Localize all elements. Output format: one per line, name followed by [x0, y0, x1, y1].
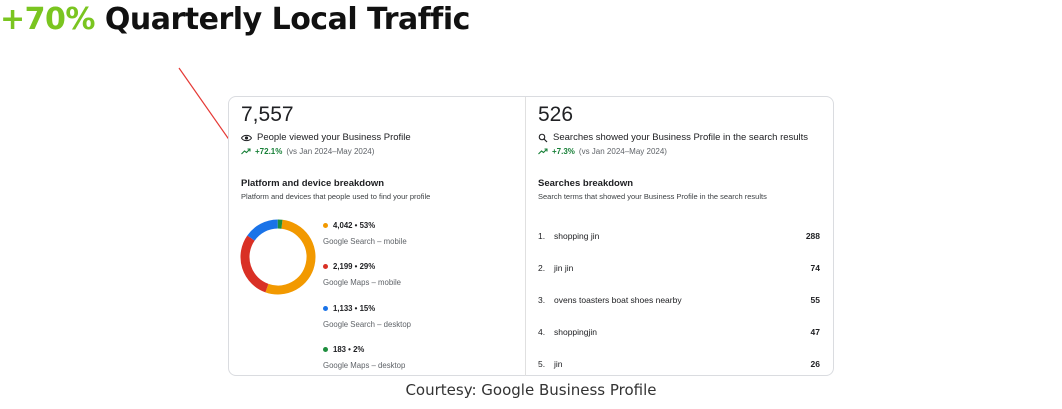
donut-segment-search-mobile [265, 219, 316, 295]
platform-breakdown-subtitle: Platform and devices that people used to… [241, 192, 431, 201]
term-count: 26 [810, 359, 820, 369]
search-term-row: 5. jin 26 [538, 357, 820, 371]
eye-icon [241, 134, 252, 141]
search-term-row: 1. shopping jin 288 [538, 229, 820, 243]
legend-item-search-mobile: 4,042 • 53% Google Search – mobile [323, 221, 407, 246]
views-trend: +72.1% (vs Jan 2024–May 2024) [241, 147, 374, 156]
searches-label-row: Searches showed your Business Profile in… [538, 132, 808, 143]
views-metric: 7,557 [241, 103, 294, 126]
donut-segment-search-desktop [247, 219, 279, 241]
views-panel: 7,557 People viewed your Business Profil… [229, 97, 525, 377]
term-text: shoppingjin [554, 327, 598, 337]
legend-item-search-desktop: 1,133 • 15% Google Search – desktop [323, 304, 411, 329]
term-count: 74 [810, 263, 820, 273]
legend-value: 4,042 • 53% [333, 221, 376, 230]
searches-change: +7.3% [552, 147, 575, 156]
legend-dot [323, 347, 328, 352]
searches-comparison: (vs Jan 2024–May 2024) [578, 147, 667, 156]
performance-card: 7,557 People viewed your Business Profil… [228, 96, 834, 376]
legend-value: 183 • 2% [333, 345, 365, 354]
searches-metric: 526 [538, 103, 574, 126]
searches-breakdown-subtitle: Search terms that showed your Business P… [538, 192, 767, 201]
term-count: 288 [805, 231, 820, 241]
search-term-row: 3. ovens toasters boat shoes nearby 55 [538, 293, 820, 307]
platform-breakdown-title: Platform and device breakdown [241, 178, 385, 189]
search-icon [538, 133, 548, 142]
views-label: People viewed your Business Profile [257, 132, 411, 143]
legend-dot [323, 223, 328, 228]
trending-up-icon [538, 148, 548, 155]
legend-dot [323, 264, 328, 269]
term-rank: 5. [538, 359, 546, 369]
search-term-row: 4. shoppingjin 47 [538, 325, 820, 339]
term-rank: 4. [538, 327, 546, 337]
platform-donut-chart [240, 219, 316, 295]
term-rank: 1. [538, 231, 546, 241]
term-count: 47 [810, 327, 820, 337]
term-text: ovens toasters boat shoes nearby [554, 295, 682, 305]
legend-item-maps-mobile: 2,199 • 29% Google Maps – mobile [323, 262, 401, 287]
legend-value: 2,199 • 29% [333, 262, 376, 271]
views-comparison: (vs Jan 2024–May 2024) [286, 147, 375, 156]
term-text: shopping jin [554, 231, 600, 241]
legend-dot [323, 306, 328, 311]
searches-trend: +7.3% (vs Jan 2024–May 2024) [538, 147, 667, 156]
term-text: jin [554, 359, 563, 369]
term-text: jin jin [554, 263, 574, 273]
term-count: 55 [810, 295, 820, 305]
term-rank: 2. [538, 263, 546, 273]
donut-segment-maps-mobile [240, 235, 269, 293]
legend-item-maps-desktop: 183 • 2% Google Maps – desktop [323, 345, 405, 370]
legend-label: Google Maps – mobile [323, 278, 402, 287]
legend-label: Google Maps – desktop [323, 361, 406, 370]
courtesy-caption: Courtesy: Google Business Profile [405, 381, 657, 399]
search-term-row: 2. jin jin 74 [538, 261, 820, 275]
trending-up-icon [241, 148, 251, 155]
views-label-row: People viewed your Business Profile [241, 132, 411, 143]
views-change: +72.1% [255, 147, 283, 156]
searches-label: Searches showed your Business Profile in… [553, 132, 809, 143]
searches-breakdown-title: Searches breakdown [538, 178, 634, 189]
legend-label: Google Search – desktop [323, 320, 411, 329]
term-rank: 3. [538, 295, 546, 305]
searches-panel: 526 Searches showed your Business Profil… [526, 97, 834, 377]
legend-value: 1,133 • 15% [333, 304, 376, 313]
legend-label: Google Search – mobile [323, 237, 407, 246]
